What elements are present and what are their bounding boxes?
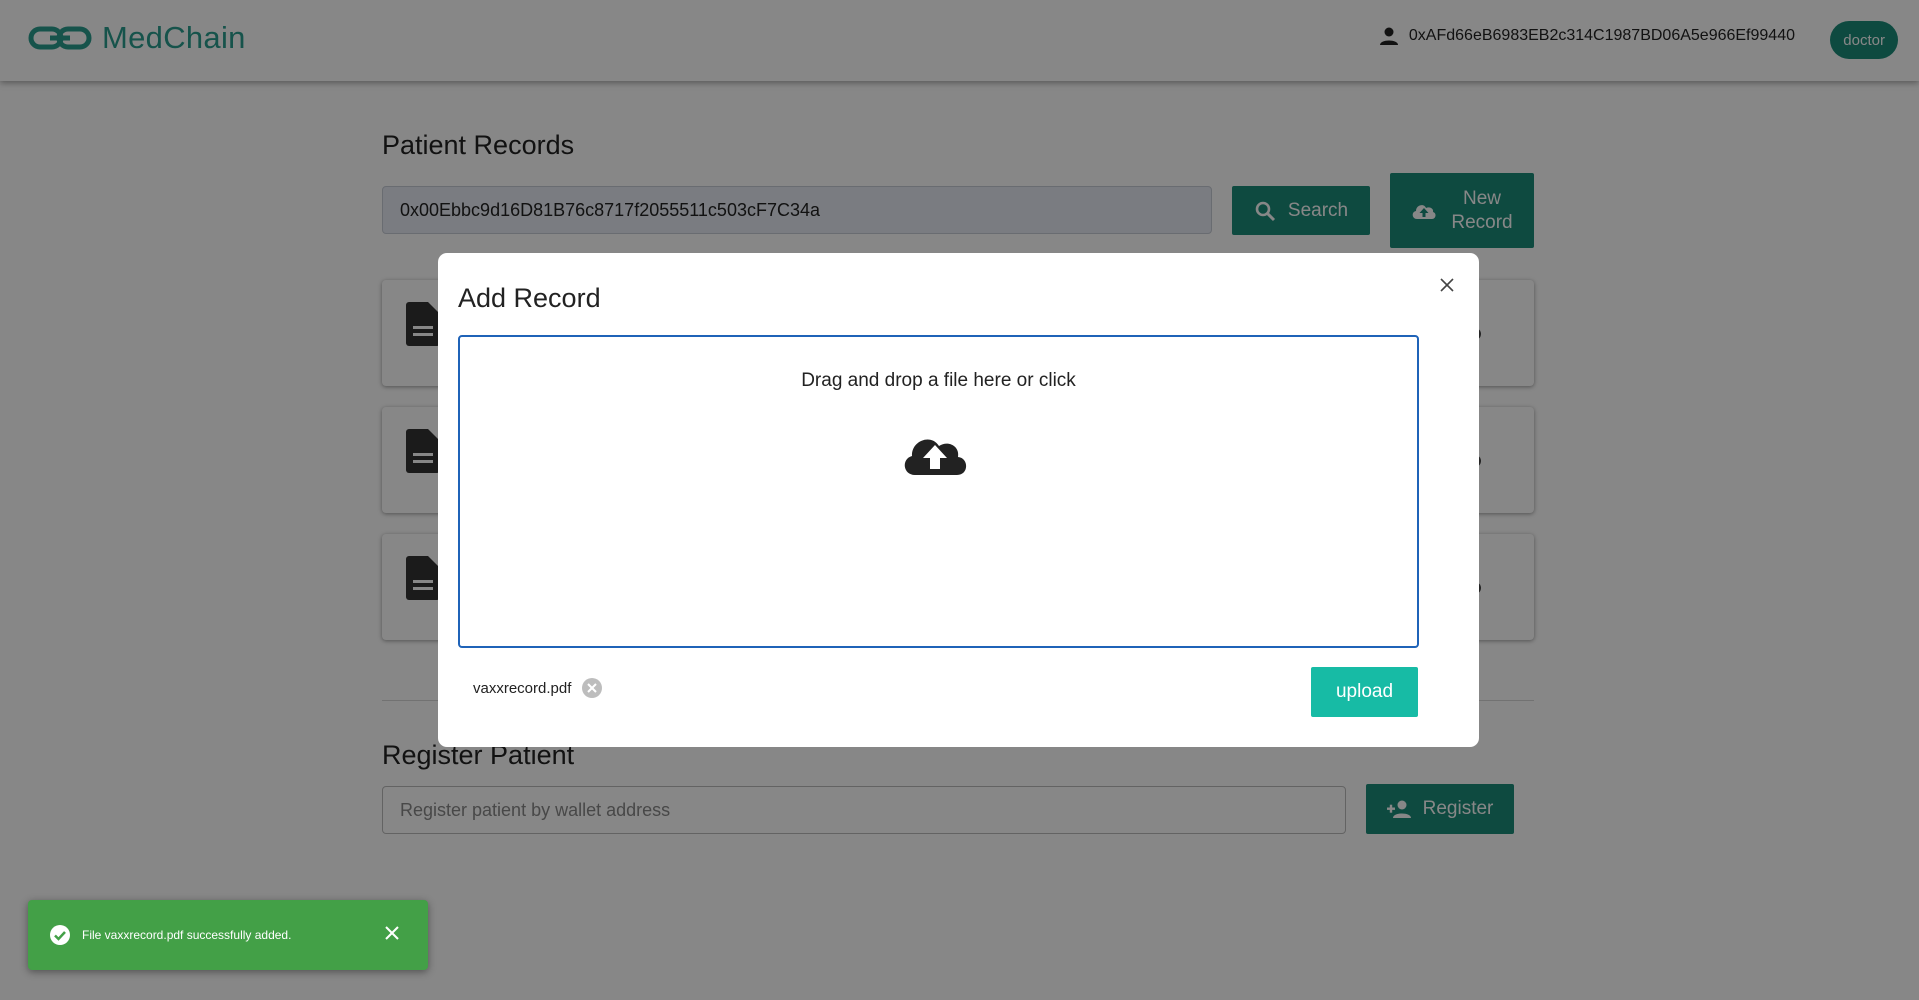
cloud-upload-icon <box>904 439 967 475</box>
selected-file-name: vaxxrecord.pdf <box>473 679 572 697</box>
toast-message: File vaxxrecord.pdf successfully added. <box>82 928 292 942</box>
toast-close-button[interactable] <box>384 925 400 941</box>
remove-file-icon <box>582 678 603 698</box>
remove-file-button[interactable] <box>581 677 603 699</box>
dialog-title: Add Record <box>458 283 601 313</box>
file-dropzone[interactable]: Drag and drop a file here or click <box>458 335 1419 648</box>
close-icon <box>385 926 399 940</box>
dialog-close-button[interactable] <box>1437 275 1457 295</box>
close-icon <box>1440 278 1454 292</box>
dropzone-text: Drag and drop a file here or click <box>801 370 1076 391</box>
selected-file-chip: vaxxrecord.pdf <box>473 677 603 699</box>
check-circle-icon <box>50 925 70 945</box>
add-record-dialog: Add Record Drag and drop a file here or … <box>438 253 1479 747</box>
upload-button[interactable]: upload <box>1311 667 1418 717</box>
success-toast: File vaxxrecord.pdf successfully added. <box>28 900 428 970</box>
